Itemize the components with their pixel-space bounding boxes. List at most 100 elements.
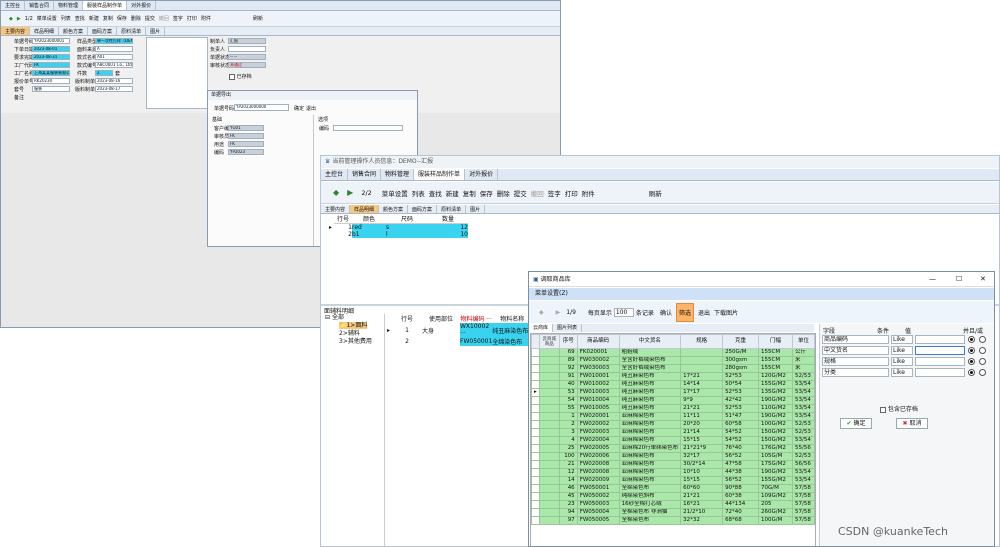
- grid-cell[interactable]: 全绵染色布: [492, 337, 533, 346]
- product-row[interactable]: 55 FW010005 纯丑麻染色布 21*21 52*53 110G/M2 53/54: [531, 404, 815, 413]
- row-selector[interactable]: [531, 484, 540, 493]
- w1-factory-code-field[interactable]: FK: [32, 62, 70, 68]
- product-row[interactable]: 4 FW020004 亚麻棉染色布 15*15 54*52 150G/M2 53/54: [531, 436, 815, 445]
- close-icon[interactable]: ✕: [980, 272, 986, 287]
- w1-subtab-detail[interactable]: 样品明细: [30, 27, 60, 35]
- filter-and-radio[interactable]: [968, 358, 975, 365]
- filter-cond-select[interactable]: Like: [891, 346, 913, 355]
- tb-refresh[interactable]: 刷新: [647, 188, 664, 198]
- filter-cond-select[interactable]: Like: [891, 368, 913, 377]
- row-selector[interactable]: [531, 364, 540, 373]
- row-selector[interactable]: [531, 444, 540, 453]
- grid-cell[interactable]: FW050001: [460, 337, 493, 346]
- row-selector[interactable]: [531, 420, 540, 429]
- row-selector[interactable]: [531, 380, 540, 389]
- w1-tab-quote[interactable]: 对外报价: [127, 1, 157, 10]
- dialog-confirm-button[interactable]: 确认: [660, 308, 672, 317]
- w1-subtab-size[interactable]: 面码方案: [88, 27, 118, 35]
- filter-value-input[interactable]: [915, 368, 965, 377]
- dialog-prev-icon[interactable]: ◆: [539, 309, 544, 316]
- menu-settings-button[interactable]: 菜单设置: [380, 188, 410, 198]
- product-row[interactable]: 21 FW020008 亚麻棉染色布 30/2*14 47*58 175G/M2 56/56: [531, 460, 815, 469]
- row-selector[interactable]: [531, 348, 540, 357]
- w1-tab-material[interactable]: 物料管理: [54, 1, 84, 10]
- tb-new[interactable]: 新建: [444, 188, 461, 198]
- tab-console[interactable]: 主控台: [321, 169, 349, 180]
- filter-or-radio[interactable]: [979, 358, 986, 365]
- tab-contract[interactable]: 销售合同: [348, 169, 382, 180]
- w1-quote-no-field[interactable]: RK20230: [32, 78, 70, 84]
- grid-cell[interactable]: b1: [352, 231, 386, 238]
- product-row[interactable]: 12 FW020008 亚麻棉染色布 10*10 44*38 190G/M2 53/54: [531, 468, 815, 477]
- product-row[interactable]: 54 FW010004 纯丑麻染色布 9*9 42*42 190G/M2 53/54: [531, 396, 815, 405]
- filter-field-select[interactable]: 商品编码: [822, 335, 889, 344]
- per-page-input[interactable]: 100: [613, 307, 634, 317]
- w1-date4-field[interactable]: 2023-08-17: [95, 86, 133, 92]
- product-row[interactable]: 69 FK020001 粗鞋绒 250G/M 155CM 公斤: [531, 348, 815, 357]
- dialog-exit-button[interactable]: 退出: [698, 308, 710, 317]
- w2-doc-no-field[interactable]: YP2023000000: [234, 104, 289, 111]
- tree-item-all[interactable]: ⊟ 全部: [321, 314, 384, 322]
- product-row[interactable]: 14 FW020009 亚麻棉染色布 15*15 56*52 155G/M2 53/54: [531, 476, 815, 485]
- filter-value-input[interactable]: [915, 357, 965, 366]
- tb-delete[interactable]: 删除: [495, 188, 512, 198]
- table-row[interactable]: ▸ 1 大身 WX10002 ··· 纯丑麻染色布: [387, 323, 533, 337]
- product-row[interactable]: ▸ 53 FW010003 纯丑麻染色布 17*17 52*53 135G/M2 53/54: [531, 388, 815, 397]
- row-selector[interactable]: [531, 412, 540, 421]
- product-row[interactable]: 25 FW020005 亚麻棉20行单纬染色布 21*21*9 76*40 176G/M2…: [531, 444, 815, 453]
- include-archived-checkbox[interactable]: [880, 406, 886, 413]
- filter-and-radio[interactable]: [968, 369, 975, 376]
- row-selector[interactable]: [531, 452, 540, 461]
- tab-material[interactable]: 物料管理: [381, 169, 415, 180]
- w1-tb-delete[interactable]: 删除: [129, 15, 143, 22]
- row-selector[interactable]: [531, 508, 540, 517]
- w1-owner-field[interactable]: [228, 46, 266, 52]
- w1-tab-sample[interactable]: 服装样品制作单: [83, 1, 128, 10]
- w2-right-field[interactable]: [333, 125, 403, 131]
- filter-and-radio[interactable]: [968, 347, 975, 354]
- tb-recall[interactable]: 撤回: [529, 188, 546, 198]
- grid-cell[interactable]: 10: [428, 231, 468, 238]
- product-row[interactable]: 92 FW030003 全含好裤绒染色布 280gsm 155CM 米: [531, 364, 815, 373]
- w1-tb-sign[interactable]: 签字: [171, 15, 185, 22]
- w1-qty-field[interactable]: 2: [95, 70, 113, 76]
- grid-cell[interactable]: 纯丑麻染色布: [492, 323, 533, 337]
- row-selector[interactable]: [531, 516, 540, 525]
- row-selector[interactable]: [531, 396, 540, 405]
- w1-tb-find[interactable]: 查找: [73, 15, 87, 22]
- w1-subtab-material[interactable]: 原料清单: [117, 27, 147, 35]
- filter-cond-select[interactable]: Like: [891, 335, 913, 344]
- w1-next-icon[interactable]: ▶: [15, 16, 23, 22]
- w2-exit-button[interactable]: 退出: [306, 105, 316, 112]
- filter-field-select[interactable]: 中文货名: [822, 346, 889, 355]
- w1-set-no-field[interactable]: 服装: [32, 86, 70, 92]
- product-row[interactable]: 45 FW050002 纯绵染色斜布 21*21 60*38 109G/M2 57/58: [531, 492, 815, 501]
- include-archived[interactable]: 包含已存档: [880, 404, 918, 413]
- subtab-image[interactable]: 图片: [466, 205, 486, 213]
- w1-subtab-main[interactable]: 主要内容: [1, 27, 31, 35]
- row-selector[interactable]: [531, 356, 540, 365]
- w1-tb-submit[interactable]: 提交: [143, 15, 157, 22]
- w1-tb-refresh[interactable]: 刷新: [251, 15, 265, 22]
- w1-doc-no-field[interactable]: YP2023000001: [32, 38, 70, 44]
- filter-value-input[interactable]: [915, 335, 965, 344]
- tb-find[interactable]: 查找: [427, 188, 444, 198]
- product-row[interactable]: 91 FW010001 纯丑麻染色布 17*21 52*53 120G/M2 52/53: [531, 372, 815, 381]
- filter-or-radio[interactable]: [979, 369, 986, 376]
- product-row[interactable]: 89 FW030002 全含好裤绒染色布 300gsm 155CM 米: [531, 356, 815, 365]
- w1-subtab-color[interactable]: 颜色方案: [59, 27, 89, 35]
- filter-field-select[interactable]: 分类: [822, 368, 889, 377]
- filter-cancel-button[interactable]: ✖ 取消: [896, 418, 928, 429]
- dialog-tab-cloud[interactable]: 云商库: [529, 324, 554, 332]
- tb-list[interactable]: 列表: [410, 188, 427, 198]
- grid-cell[interactable]: [422, 337, 460, 346]
- filter-value-input[interactable]: [915, 346, 965, 355]
- tab-quote[interactable]: 对外报价: [465, 169, 499, 180]
- w2-confirm-button[interactable]: 确定: [294, 105, 304, 112]
- row-selector[interactable]: ▸: [531, 388, 540, 397]
- row-selector[interactable]: [531, 436, 540, 445]
- product-row[interactable]: 97 FW050005 全棉染色布 32*32 68*68 100G/M 57/58: [531, 516, 815, 525]
- w1-style-no-field[interactable]: ABC0001 Co., Ltd.: [95, 62, 133, 68]
- minimize-icon[interactable]: —: [929, 272, 936, 287]
- product-row[interactable]: 3 FW020003 亚麻棉染色布 21*14 54*52 150G/M2 52/53: [531, 428, 815, 437]
